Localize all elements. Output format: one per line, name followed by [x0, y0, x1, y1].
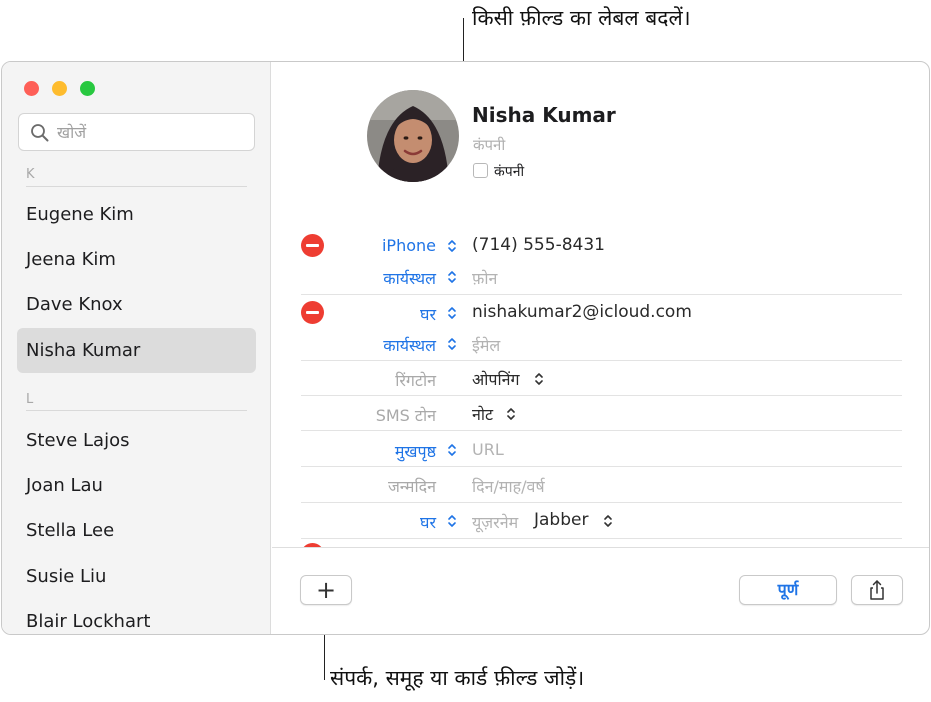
field-separator — [301, 538, 902, 539]
phone-input[interactable]: फ़ोन — [472, 267, 497, 289]
chevron-up-down-icon[interactable] — [534, 371, 544, 387]
homepage-label-picker[interactable]: मुखपृष्ठ — [272, 440, 436, 462]
search-icon — [31, 124, 49, 142]
window-minimize-button[interactable] — [52, 81, 67, 96]
contact-list-item[interactable]: Dave Knox — [17, 282, 256, 327]
section-divider — [26, 186, 247, 187]
ringtone-popup[interactable]: ओपनिंग — [472, 368, 520, 390]
phone-value[interactable]: (714) 555-8431 — [472, 235, 605, 255]
email-value[interactable]: nishakumar2@icloud.com — [472, 302, 692, 322]
phone-label-picker[interactable]: iPhone — [272, 236, 436, 255]
add-field-button[interactable]: + — [300, 575, 352, 605]
company-checkbox[interactable] — [473, 163, 488, 178]
section-divider — [26, 410, 247, 411]
contact-list-item[interactable]: Joan Lau — [17, 463, 256, 508]
chevron-up-down-icon — [448, 338, 456, 350]
birthday-input[interactable]: दिन/माह/वर्ष — [472, 475, 545, 497]
contact-list-item[interactable]: Eugene Kim — [17, 192, 256, 237]
email-label-picker[interactable]: घर — [272, 303, 436, 325]
email-label-picker[interactable]: कार्यस्थल — [272, 334, 436, 356]
share-icon — [870, 580, 884, 600]
section-header-k: K — [26, 167, 35, 182]
chevron-up-down-icon — [448, 240, 456, 252]
contact-name[interactable]: Nisha Kumar — [472, 103, 616, 127]
contact-list-item[interactable]: Stella Lee — [17, 508, 256, 553]
contact-photo[interactable] — [367, 90, 459, 182]
field-separator — [301, 502, 902, 503]
search-input[interactable] — [57, 119, 247, 145]
toolbar-divider — [272, 547, 929, 548]
contacts-window: K Eugene Kim Jeena Kim Dave Knox Nisha K… — [1, 61, 930, 635]
share-button[interactable] — [851, 575, 903, 605]
contact-list-item[interactable]: Susie Liu — [17, 554, 256, 599]
chevron-up-down-icon — [448, 444, 456, 456]
section-header-l: L — [26, 392, 34, 407]
company-field[interactable]: कंपनी — [473, 135, 505, 155]
field-separator — [301, 466, 902, 467]
birthday-label: जन्मदिन — [387, 477, 436, 496]
sms-tone-label: SMS टोन — [375, 406, 436, 425]
company-checkbox-label: कंपनी — [494, 164, 525, 180]
phone-label-picker[interactable]: कार्यस्थल — [272, 267, 436, 289]
ringtone-label: रिंगटोन — [395, 371, 436, 390]
field-separator — [301, 294, 902, 295]
chevron-up-down-icon — [448, 271, 456, 283]
contact-list-item[interactable]: Blair Lockhart — [17, 599, 256, 634]
im-label-picker[interactable]: घर — [272, 511, 436, 533]
contact-list-item[interactable]: Jeena Kim — [17, 237, 256, 282]
callout-add-field: संपर्क, समूह या कार्ड फ़ील्ड जोड़ें। — [330, 666, 585, 690]
email-input[interactable]: ईमेल — [472, 334, 500, 356]
window-zoom-button[interactable] — [80, 81, 95, 96]
im-service-popup[interactable]: Jabber — [534, 510, 588, 530]
sidebar: K Eugene Kim Jeena Kim Dave Knox Nisha K… — [2, 62, 271, 634]
done-button[interactable]: पूर्ण — [739, 575, 837, 605]
chevron-up-down-icon — [448, 307, 456, 319]
contact-card: Nisha Kumar कंपनी कंपनी iPhone (714) 555… — [272, 62, 929, 634]
contact-list-item[interactable]: Steve Lajos — [17, 418, 256, 463]
field-separator — [301, 430, 902, 431]
field-separator — [301, 395, 902, 396]
callout-change-label: किसी फ़ील्ड का लेबल बदलें। — [472, 6, 691, 30]
sms-tone-popup[interactable]: नोट — [472, 403, 493, 425]
im-username-input[interactable]: यूज़रनेम — [472, 511, 518, 533]
chevron-up-down-icon[interactable] — [603, 513, 613, 529]
chevron-up-down-icon — [448, 515, 456, 527]
window-close-button[interactable] — [24, 81, 39, 96]
field-separator — [301, 360, 902, 361]
contact-list-item-selected[interactable]: Nisha Kumar — [17, 328, 256, 373]
chevron-up-down-icon[interactable] — [506, 406, 516, 422]
search-field[interactable] — [18, 113, 255, 151]
homepage-input[interactable]: URL — [472, 440, 504, 459]
